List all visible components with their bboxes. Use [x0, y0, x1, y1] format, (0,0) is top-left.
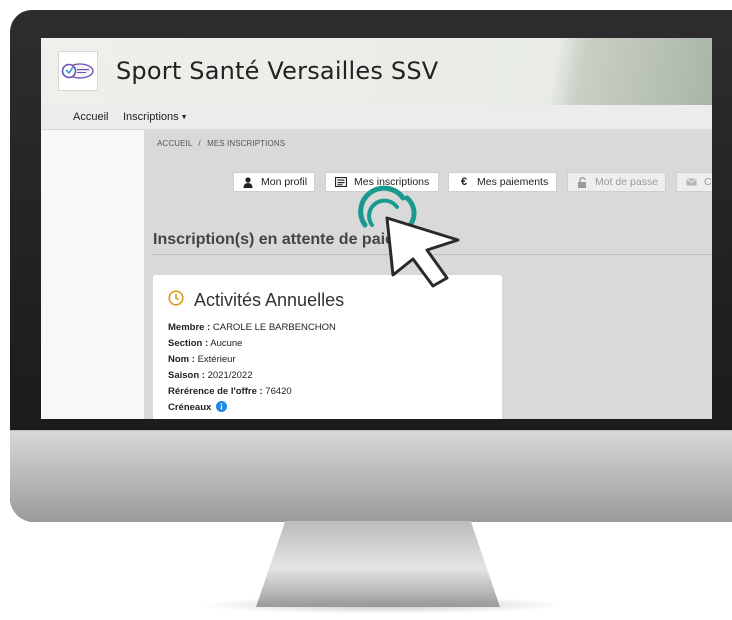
tab-mon-profil[interactable]: Mon profil — [233, 172, 315, 192]
detail-label: Saison : — [168, 370, 205, 381]
detail-label: Membre : — [168, 322, 211, 333]
site-title: Sport Santé Versailles SSV — [116, 57, 439, 85]
clock-icon — [168, 290, 184, 311]
breadcrumb: ACCUEIL / MES INSCRIPTIONS — [157, 139, 285, 148]
tab-mot-de-passe[interactable]: Mot de passe — [567, 172, 666, 192]
registration-card: Activités Annuelles Membre : CAROLE LE B… — [153, 275, 502, 419]
card-title: Activités Annuelles — [194, 290, 345, 310]
breadcrumb-current: MES INSCRIPTIONS — [207, 139, 286, 148]
info-icon[interactable] — [215, 401, 227, 418]
detail-row-saison: Saison : 2021/2022 — [168, 368, 336, 384]
stand-shadow — [198, 596, 566, 614]
monitor-stand — [256, 521, 500, 607]
club-logo-icon — [61, 63, 94, 79]
main-navbar: Accueil Inscriptions ▼ — [41, 105, 712, 130]
detail-label: Créneaux — [168, 402, 212, 413]
detail-row-reference: Rérérence de l'offre : 76420 — [168, 384, 336, 400]
detail-value: CAROLE LE BARBENCHON — [212, 322, 336, 333]
site-header: Sport Santé Versailles SSV — [41, 38, 712, 105]
list-icon — [334, 176, 348, 188]
detail-value: Aucune — [210, 338, 243, 349]
tab-label: Mes paiements — [477, 176, 549, 188]
caret-down-icon: ▼ — [180, 114, 188, 121]
unlock-icon — [575, 176, 589, 188]
breadcrumb-home[interactable]: ACCUEIL — [157, 139, 192, 148]
cursor-pointer-icon — [358, 185, 460, 288]
tab-label: Mon profil — [261, 176, 308, 188]
envelope-icon — [684, 176, 698, 188]
user-icon — [241, 176, 255, 188]
club-logo[interactable] — [58, 51, 98, 91]
detail-row-nom: Nom : Extérieur — [168, 352, 336, 368]
detail-label: Rérérence de l'offre : — [168, 386, 263, 397]
detail-row-section: Section : Aucune — [168, 336, 336, 352]
tab-label: Mot de passe — [595, 176, 659, 188]
detail-row-membre: Membre : CAROLE LE BARBENCHON — [168, 320, 336, 336]
breadcrumb-separator: / — [198, 139, 201, 148]
nav-home-link[interactable]: Accueil — [73, 111, 108, 123]
detail-value: 2021/2022 — [207, 370, 253, 381]
card-details: Membre : CAROLE LE BARBENCHON Section : … — [168, 320, 336, 418]
tab-contact[interactable]: C — [676, 172, 712, 192]
detail-label: Nom : — [168, 354, 195, 365]
click-cursor — [355, 180, 465, 290]
monitor-chin — [10, 430, 732, 522]
left-column — [41, 130, 144, 419]
tab-label: C — [704, 176, 712, 188]
detail-value: Extérieur — [197, 354, 236, 365]
detail-value: 76420 — [265, 386, 292, 397]
card-header: Activités Annuelles — [168, 290, 344, 311]
detail-row-creneaux: Créneaux — [168, 400, 336, 418]
detail-label: Section : — [168, 338, 209, 349]
nav-inscriptions-dropdown[interactable]: Inscriptions ▼ — [123, 111, 188, 123]
nav-inscriptions-label: Inscriptions — [123, 111, 179, 123]
